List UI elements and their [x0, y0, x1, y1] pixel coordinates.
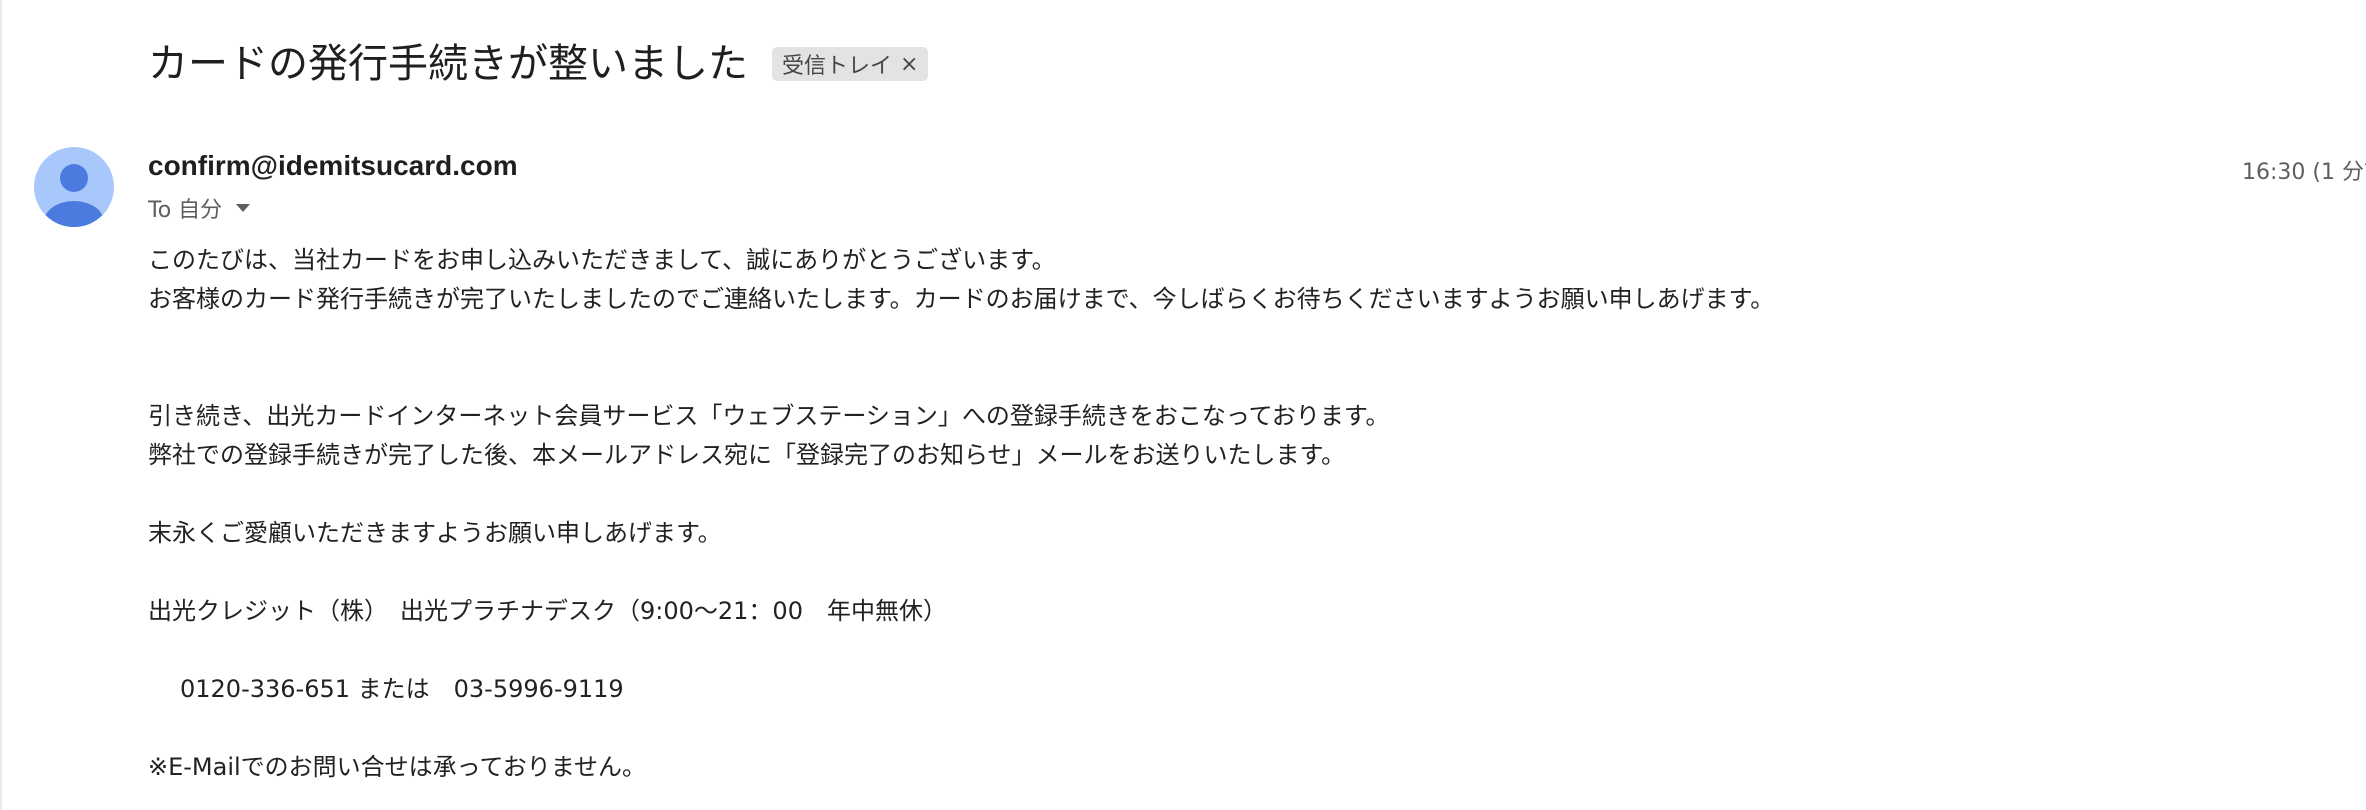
avatar[interactable] — [34, 147, 114, 227]
body-line: ※E-Mailでのお問い合せは承っておりません。 — [148, 753, 647, 781]
email-subject: カードの発行手続きが整いました — [148, 41, 748, 87]
person-icon — [44, 164, 104, 227]
pane-divider — [0, 0, 2, 810]
body-line: 出光クレジット（株） 出光プラチナデスク（9:00〜21：00 年中無休） — [148, 597, 947, 625]
sender-email[interactable]: confirm@idemitsucard.com — [148, 150, 518, 181]
email-timestamp: 16:30 (1 分前) — [2242, 160, 2366, 185]
recipient-details-toggle[interactable]: To 自分 — [148, 192, 251, 224]
subject-row: カードの発行手続きが整いました 受信トレイ × — [148, 41, 929, 87]
body-line: このたびは、当社カードをお申し込みいただきまして、誠にありがとうございます。 — [148, 246, 1056, 274]
body-line: 弊社での登録手続きが完了した後、本メールアドレス宛に「登録完了のお知らせ」メール… — [148, 441, 1346, 469]
phone-numbers-line: 0120-336-651 または 03-5996-9119 — [180, 675, 624, 703]
body-line: 末永くご愛顧いただきますようお願い申しあげます。 — [148, 519, 722, 547]
email-body: このたびは、当社カードをお申し込みいただきまして、誠にありがとうございます。 お… — [148, 241, 1774, 787]
sender-row: confirm@idemitsucard.com — [148, 150, 518, 182]
recipient-label: To 自分 — [148, 198, 223, 223]
label-chip-text: 受信トレイ — [782, 54, 893, 79]
body-line: お客様のカード発行手続きが完了いたしましたのでご連絡いたします。カードのお届けま… — [148, 285, 1775, 313]
body-line: 引き続き、出光カードインターネット会員サービス「ウェブステーション」への登録手続… — [148, 402, 1390, 430]
inbox-label-chip[interactable]: 受信トレイ × — [772, 47, 929, 81]
chevron-down-icon[interactable] — [236, 204, 251, 212]
close-icon[interactable]: × — [900, 52, 918, 77]
